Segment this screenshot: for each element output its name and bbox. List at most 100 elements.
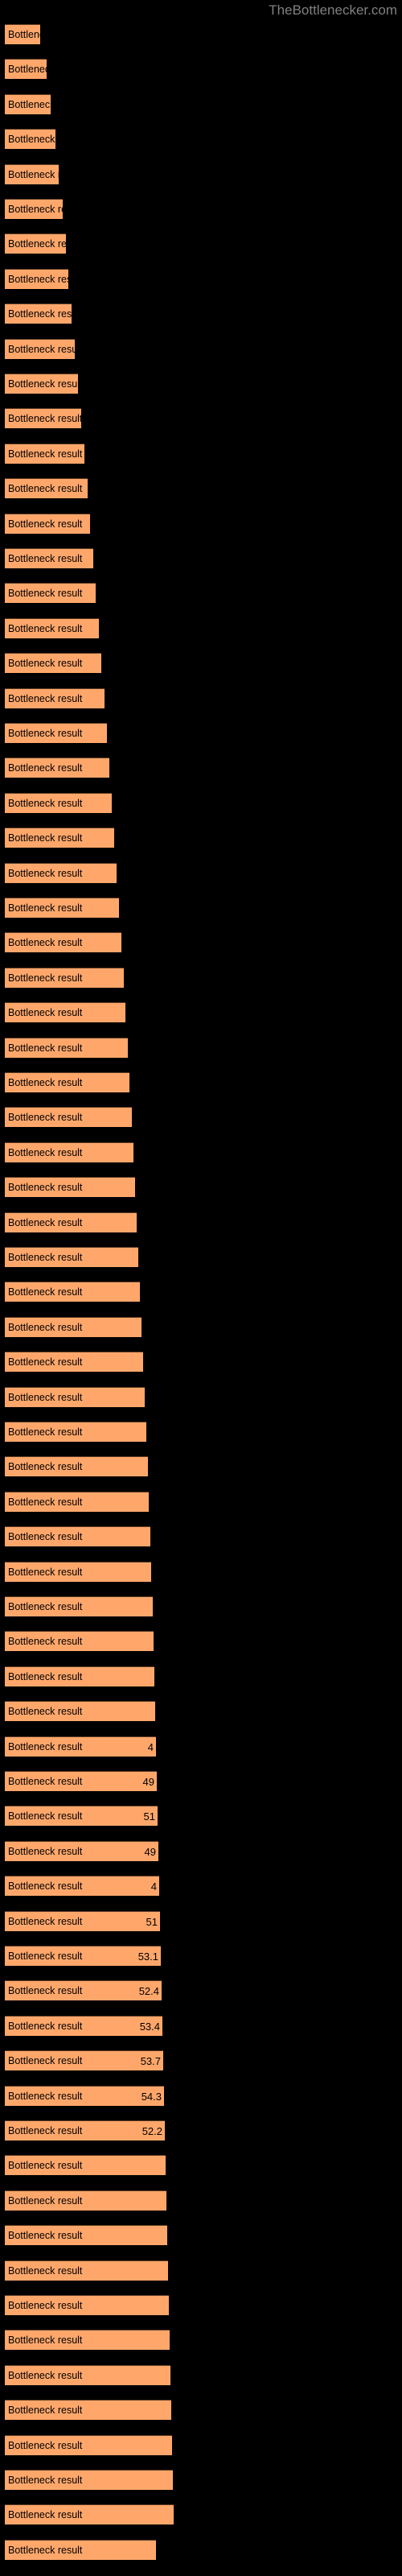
bar[interactable]: Bottleneck result [5, 303, 72, 324]
bar[interactable]: Bottleneck result [5, 1386, 145, 1407]
bar[interactable]: Bottleneck result [5, 862, 117, 883]
bar[interactable]: Bottleneck result [5, 1352, 143, 1373]
bar-chart: Bottleneck result Bottleneck result Bottle… [0, 21, 402, 2576]
bar-category-label: Bottleneck result [8, 1636, 83, 1648]
bar-row: Bottleneck result [0, 653, 402, 674]
bar[interactable]: Bottleneck result 4 [5, 1876, 159, 1897]
bar-row: Bottleneck result [0, 1596, 402, 1616]
bar[interactable]: Bottleneck result [5, 513, 90, 534]
bar[interactable]: Bottleneck result [5, 1561, 151, 1582]
bar[interactable]: Bottleneck result [5, 1666, 154, 1686]
bar[interactable]: Bottleneck result [5, 2260, 168, 2281]
bar-category-label: Bottleneck result [8, 1007, 83, 1019]
bar[interactable]: Bottleneck result [5, 967, 124, 988]
bar[interactable]: Bottleneck result [5, 1072, 129, 1092]
bar[interactable]: Bottleneck result [5, 478, 88, 499]
bar[interactable]: Bottleneck result [5, 583, 96, 604]
bar[interactable]: Bottleneck result [5, 1177, 135, 1198]
bar[interactable]: Bottleneck result 54.3 [5, 2085, 164, 2106]
bar-category-label: Bottleneck result [8, 2160, 83, 2172]
bar[interactable]: Bottleneck result [5, 2400, 171, 2421]
bar[interactable]: Bottleneck result [5, 548, 93, 568]
bar[interactable]: Bottleneck result [5, 1422, 146, 1442]
bar[interactable]: Bottleneck result [5, 1141, 133, 1162]
bar[interactable]: Bottleneck result [5, 2364, 170, 2385]
bar-row: Bottleneck result [0, 1247, 402, 1267]
bar[interactable]: Bottleneck result [5, 1701, 155, 1722]
bar-row: Bottleneck result [0, 1526, 402, 1547]
bar-category-label: Bottleneck result [8, 1112, 83, 1124]
bar[interactable]: Bottleneck result [5, 1526, 150, 1547]
bar[interactable]: Bottleneck result [5, 2225, 167, 2246]
bar[interactable]: Bottleneck result [5, 1491, 149, 1512]
bar-category-label: Bottleneck result [8, 1915, 83, 1927]
bar-row: Bottleneck result 52.2 [0, 2120, 402, 2140]
bar[interactable]: Bottleneck result 53.1 [5, 1946, 161, 1966]
bar[interactable]: Bottleneck result [5, 199, 63, 219]
bar[interactable]: Bottleneck result 49 [5, 1840, 158, 1861]
bar[interactable]: Bottleneck result [5, 1316, 142, 1337]
bar-row: Bottleneck result [0, 932, 402, 953]
bar[interactable]: Bottleneck result [5, 93, 51, 114]
bar-category-label: Bottleneck result [8, 1286, 83, 1298]
bar[interactable]: Bottleneck result [5, 163, 59, 184]
site-watermark: TheBottlenecker.com [269, 2, 397, 18]
bar[interactable]: Bottleneck result [5, 233, 66, 254]
bar[interactable]: Bottleneck result [5, 1037, 128, 1058]
bar-category-label: Bottleneck result [8, 692, 83, 704]
bar[interactable]: Bottleneck result [5, 1212, 137, 1232]
bar[interactable]: Bottleneck result [5, 2539, 156, 2560]
bar[interactable]: Bottleneck result 49 [5, 1771, 157, 1791]
bar[interactable]: Bottleneck result [5, 932, 121, 953]
bar[interactable]: Bottleneck result [5, 617, 99, 638]
bar[interactable]: Bottleneck result [5, 408, 81, 429]
bar-row: Bottleneck result [0, 758, 402, 778]
bar[interactable]: Bottleneck result [5, 1002, 125, 1023]
bar[interactable]: Bottleneck result [5, 828, 114, 848]
bar[interactable]: Bottleneck result [5, 1456, 148, 1477]
bar-category-label: Bottleneck result [8, 1426, 83, 1438]
bar[interactable]: Bottleneck result [5, 1631, 154, 1652]
bar[interactable]: Bottleneck result 53.4 [5, 2015, 162, 2036]
bar-row: Bottleneck result [0, 2260, 402, 2281]
bar-row: Bottleneck result [0, 2295, 402, 2315]
bar[interactable]: Bottleneck result 53.7 [5, 2050, 163, 2071]
bar-row: Bottleneck result [0, 1701, 402, 1722]
bar[interactable]: Bottleneck result [5, 2470, 173, 2490]
bar[interactable]: Bottleneck result [5, 1247, 138, 1267]
bar[interactable]: Bottleneck result [5, 24, 40, 44]
bar[interactable]: Bottleneck result [5, 898, 119, 918]
bar[interactable]: Bottleneck result [5, 338, 75, 359]
bar[interactable]: Bottleneck result [5, 2295, 169, 2315]
bar[interactable]: Bottleneck result [5, 687, 105, 708]
bar-category-label: Bottleneck result [8, 1985, 83, 1997]
bar[interactable]: Bottleneck result [5, 723, 107, 743]
bar-category-label: Bottleneck result [8, 1356, 83, 1368]
bar-category-label: Bottleneck result [8, 1810, 83, 1823]
bar[interactable]: Bottleneck result [5, 129, 55, 150]
bar[interactable]: Bottleneck result 52.4 [5, 1980, 162, 2001]
bar[interactable]: Bottleneck result [5, 2155, 166, 2176]
bar[interactable]: Bottleneck result [5, 59, 47, 80]
bar-category-label: Bottleneck result [8, 1776, 83, 1787]
bar[interactable]: Bottleneck result [5, 1596, 153, 1616]
bar-row: Bottleneck result [0, 1316, 402, 1337]
bar[interactable]: Bottleneck result 52.2 [5, 2120, 165, 2140]
bar[interactable]: Bottleneck result [5, 792, 112, 813]
bar[interactable]: Bottleneck result [5, 2330, 170, 2351]
bar[interactable]: Bottleneck result [5, 268, 68, 289]
bar[interactable]: Bottleneck result [5, 1282, 140, 1302]
bar[interactable]: Bottleneck result [5, 758, 109, 778]
bar-category-label: Bottleneck result [8, 1146, 83, 1158]
bar-category-label: Bottleneck result [8, 622, 83, 634]
bar[interactable]: Bottleneck result [5, 2504, 174, 2525]
bar[interactable]: Bottleneck result [5, 653, 101, 674]
bar[interactable]: Bottleneck result 51 [5, 1806, 158, 1827]
bar[interactable]: Bottleneck result 4 [5, 1736, 156, 1757]
bar[interactable]: Bottleneck result [5, 443, 84, 464]
bar[interactable]: Bottleneck result [5, 2190, 166, 2211]
bar[interactable]: Bottleneck result [5, 1107, 132, 1128]
bar[interactable]: Bottleneck result 51 [5, 1910, 160, 1931]
bar[interactable]: Bottleneck result [5, 2434, 172, 2455]
bar[interactable]: Bottleneck result [5, 374, 78, 394]
